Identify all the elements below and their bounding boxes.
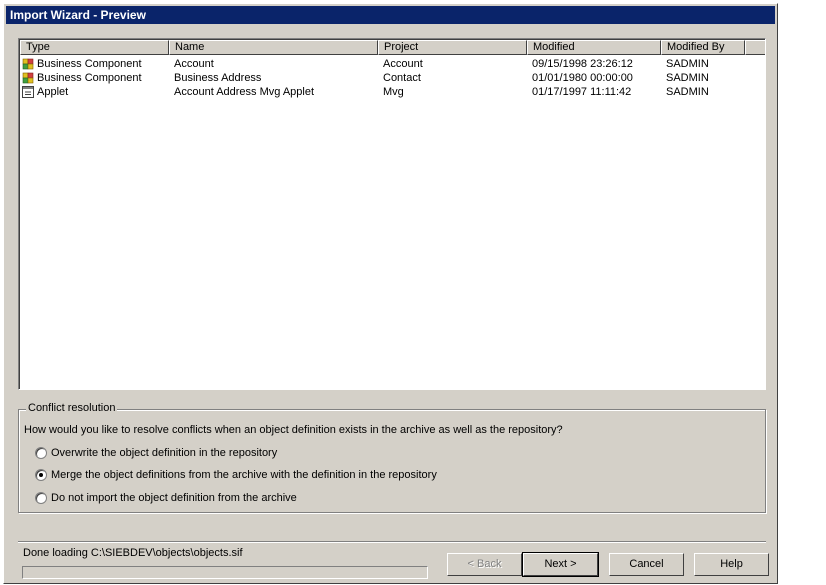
footer-separator: [18, 541, 766, 543]
business-component-icon: [22, 72, 34, 84]
object-list[interactable]: Type Name Project Modified Modified By B…: [18, 38, 766, 390]
column-header-project[interactable]: Project: [378, 40, 527, 55]
column-header-type[interactable]: Type: [20, 40, 169, 55]
back-button-label: < Back: [467, 558, 502, 570]
option-merge-label[interactable]: Merge the object definitions from the ar…: [51, 468, 437, 482]
cell-name: Account: [174, 58, 214, 70]
cell-type: Business Component: [37, 58, 142, 70]
window-title: Import Wizard - Preview: [6, 6, 775, 24]
cell-project: Account: [383, 58, 423, 70]
cancel-button-label: Cancel: [629, 558, 664, 570]
column-header-filler: [745, 40, 765, 55]
cancel-button[interactable]: Cancel: [609, 553, 684, 576]
cell-modified: 01/17/1997 11:11:42: [532, 86, 632, 98]
cell-modified: 09/15/1998 23:26:12: [532, 58, 633, 70]
cell-modified-by: SADMIN: [666, 72, 709, 84]
conflict-question: How would you like to resolve conflicts …: [24, 424, 563, 436]
list-row[interactable]: Business Component Account Account 09/15…: [20, 57, 765, 71]
list-row[interactable]: Business Component Business Address Cont…: [20, 71, 765, 85]
conflict-resolution-legend: Conflict resolution: [26, 402, 118, 414]
radio-merge[interactable]: [35, 469, 47, 481]
cell-type: Applet: [37, 86, 69, 98]
cell-project: Mvg: [383, 86, 404, 98]
progress-bar: [22, 566, 428, 579]
option-do-not-import-label[interactable]: Do not import the object definition from…: [51, 491, 297, 505]
column-header-name[interactable]: Name: [169, 40, 378, 55]
cell-name: Account Address Mvg Applet: [174, 86, 315, 98]
option-overwrite-label[interactable]: Overwrite the object definition in the r…: [51, 446, 277, 460]
back-button[interactable]: < Back: [447, 553, 522, 576]
list-header: Type Name Project Modified Modified By: [20, 40, 765, 55]
list-row[interactable]: Applet Account Address Mvg Applet Mvg 01…: [20, 85, 765, 99]
next-button[interactable]: Next >: [522, 552, 599, 577]
help-button[interactable]: Help: [694, 553, 769, 576]
column-header-modified-by[interactable]: Modified By: [661, 40, 745, 55]
business-component-icon: [22, 58, 34, 70]
radio-overwrite[interactable]: [35, 447, 47, 459]
column-header-modified[interactable]: Modified: [527, 40, 661, 55]
cell-type: Business Component: [37, 72, 142, 84]
cell-name: Business Address: [174, 72, 262, 84]
next-button-label: Next >: [544, 558, 577, 570]
cell-modified-by: SADMIN: [666, 86, 709, 98]
cell-project: Contact: [383, 72, 421, 84]
status-text: Done loading C:\SIEBDEV\objects\objects.…: [23, 547, 243, 559]
cell-modified: 01/01/1980 00:00:00: [532, 72, 633, 84]
conflict-resolution-group: Conflict resolution How would you like t…: [18, 402, 766, 513]
import-wizard-window: Import Wizard - Preview Type Name Projec…: [3, 3, 778, 584]
cell-modified-by: SADMIN: [666, 58, 709, 70]
help-button-label: Help: [720, 558, 743, 570]
radio-do-not-import[interactable]: [35, 492, 47, 504]
applet-icon: [22, 86, 34, 98]
